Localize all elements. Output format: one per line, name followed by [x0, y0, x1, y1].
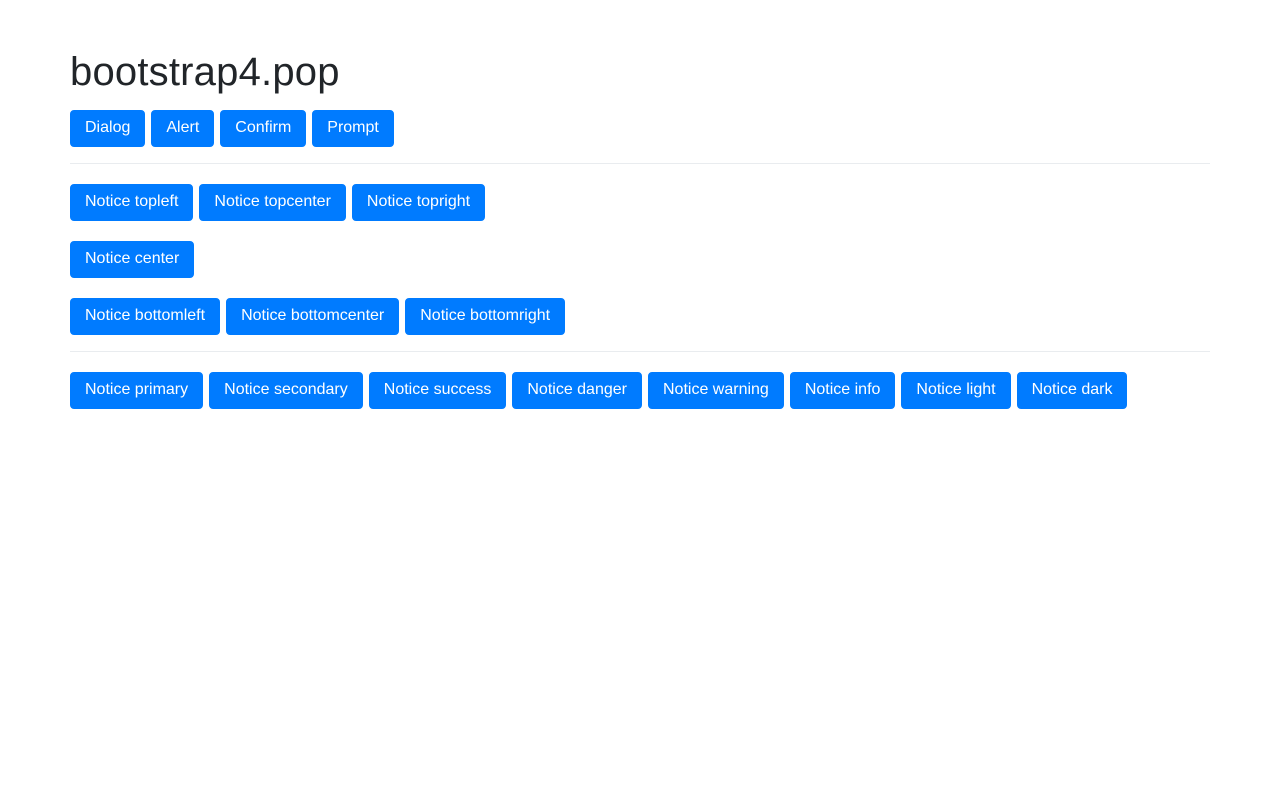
notice-bottomright-button[interactable]: Notice bottomright: [405, 298, 566, 335]
dialog-button-row: Dialog Alert Confirm Prompt: [70, 110, 1210, 147]
notice-success-button[interactable]: Notice success: [368, 372, 507, 409]
notice-topleft-button[interactable]: Notice topleft: [70, 184, 194, 221]
notice-position-row: Notice center: [70, 241, 1210, 278]
notice-primary-button[interactable]: Notice primary: [70, 372, 204, 409]
notice-bottomleft-button[interactable]: Notice bottomleft: [70, 298, 221, 335]
alert-button[interactable]: Alert: [151, 110, 215, 147]
notice-secondary-button[interactable]: Notice secondary: [209, 372, 363, 409]
notice-bottomcenter-button[interactable]: Notice bottomcenter: [226, 298, 400, 335]
dialog-button[interactable]: Dialog: [70, 110, 146, 147]
divider-bottom: [70, 351, 1210, 352]
prompt-button[interactable]: Prompt: [312, 110, 394, 147]
page-title: bootstrap4.pop: [70, 50, 340, 94]
notice-topright-button[interactable]: Notice topright: [351, 184, 486, 221]
notice-position-row: Notice bottomleft Notice bottomcenter Noti…: [70, 298, 1210, 335]
notice-position-row: Notice topleft Notice topcenter Notice top…: [70, 184, 1210, 221]
notice-topcenter-button[interactable]: Notice topcenter: [199, 184, 346, 221]
notice-position-group: Notice topleft Notice topcenter Notice top…: [70, 184, 1210, 335]
notice-variant-row: Notice primary Notice secondary Notice suc…: [70, 372, 1210, 409]
confirm-button[interactable]: Confirm: [220, 110, 307, 147]
notice-light-button[interactable]: Notice light: [901, 372, 1011, 409]
notice-info-button[interactable]: Notice info: [789, 372, 896, 409]
divider-top: [70, 163, 1210, 164]
notice-warning-button[interactable]: Notice warning: [647, 372, 784, 409]
page-container: bootstrap4.pop Dialog Alert Confirm Prompt …: [70, 0, 1210, 409]
notice-dark-button[interactable]: Notice dark: [1016, 372, 1128, 409]
notice-danger-button[interactable]: Notice danger: [512, 372, 642, 409]
notice-center-button[interactable]: Notice center: [70, 241, 195, 278]
